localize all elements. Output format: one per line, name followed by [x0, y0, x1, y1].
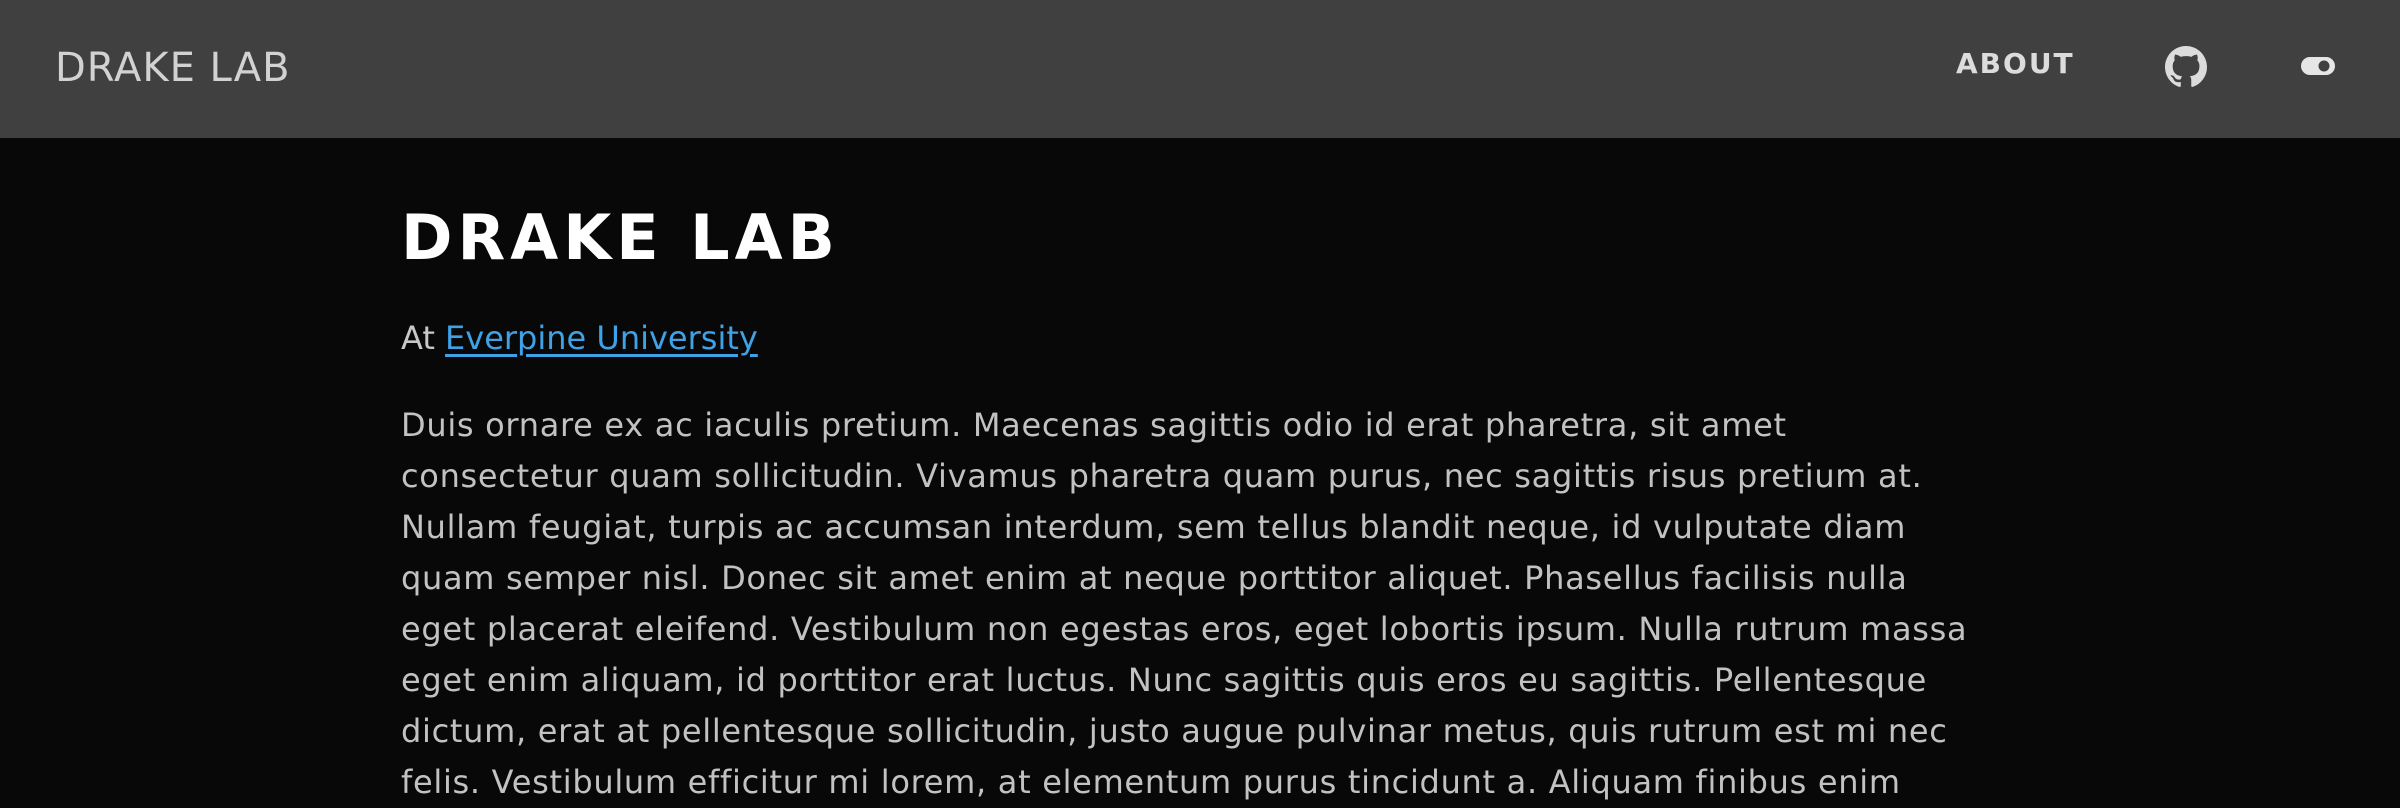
- subtitle-prefix: At: [401, 319, 446, 357]
- brand-link[interactable]: DRAKE LAB: [55, 42, 291, 94]
- body-line: eget placerat eleifend. Vestibulum non e…: [401, 610, 1968, 648]
- github-link[interactable]: [2165, 46, 2207, 88]
- body-line: consectetur quam sollicitudin. Vivamus p…: [401, 457, 1923, 495]
- body-line: Duis ornare ex ac iaculis pretium. Maece…: [401, 406, 1787, 444]
- university-link[interactable]: Everpine University: [445, 319, 758, 357]
- subtitle: At Everpine University: [401, 316, 758, 360]
- body-line: quam semper nisl. Donec sit amet enim at…: [401, 559, 1908, 597]
- theme-toggle[interactable]: [2300, 54, 2336, 78]
- body-line: felis. Vestibulum efficitur mi lorem, at…: [401, 763, 1901, 801]
- body-line: dictum, erat at pellentesque sollicitudi…: [401, 712, 1948, 750]
- body-paragraph: Duis ornare ex ac iaculis pretium. Maece…: [401, 400, 1967, 808]
- navbar: DRAKE LAB ABOUT: [0, 0, 2400, 138]
- page-title: DRAKE LAB: [401, 201, 840, 274]
- nav-about-link[interactable]: ABOUT: [1956, 44, 2075, 84]
- theme-toggle-icon: [2301, 57, 2335, 75]
- body-line: eget enim aliquam, id porttitor erat luc…: [401, 661, 1928, 699]
- github-icon: [2165, 46, 2207, 87]
- body-line: Nullam feugiat, turpis ac accumsan inter…: [401, 508, 1907, 546]
